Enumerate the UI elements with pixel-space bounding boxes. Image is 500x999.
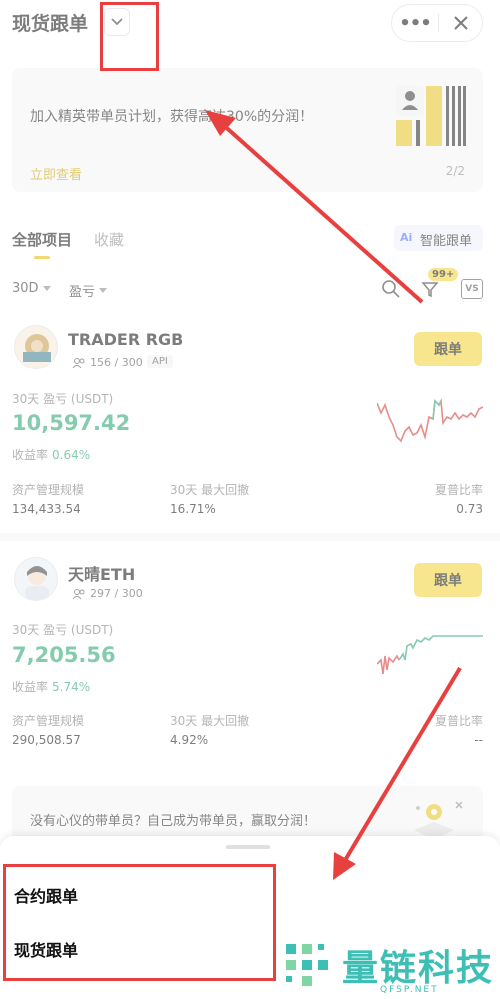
page: 现货跟单 ••• 加入精英带单员计划，获得高达30%的分润！ 立即查看 2/2 … [0,0,500,999]
annotation-arrows [205,110,462,880]
